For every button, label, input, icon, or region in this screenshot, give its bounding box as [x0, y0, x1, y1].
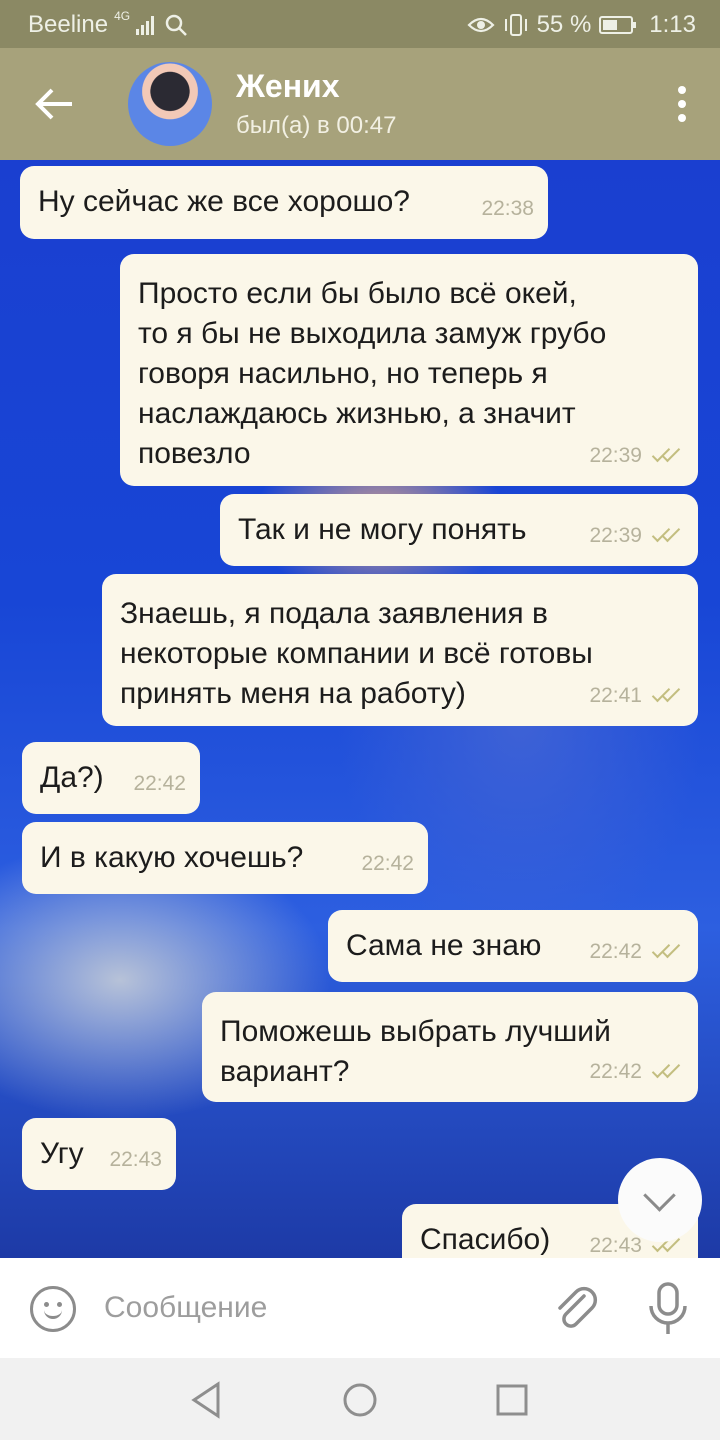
read-check-icon — [650, 1063, 684, 1081]
vibrate-icon — [504, 14, 527, 36]
scroll-down-button[interactable] — [618, 1158, 702, 1242]
triangle-back-icon — [191, 1381, 220, 1419]
message-time: 22:42 — [361, 852, 414, 875]
nav-back-button[interactable] — [186, 1378, 230, 1422]
message-out[interactable]: Так и не могу понять 22:39 — [220, 494, 698, 566]
paperclip-icon[interactable] — [554, 1284, 600, 1334]
chat-area[interactable]: Ну сейчас же все хорошо? 22:38 Просто ес… — [0, 160, 720, 1258]
avatar[interactable] — [128, 62, 212, 146]
message-time: 22:41 — [589, 684, 642, 707]
carrier-name: Beeline — [28, 11, 109, 38]
message-out[interactable]: Поможешь выбрать лучший вариант? 22:42 — [202, 992, 698, 1102]
message-in[interactable]: Да?) 22:42 — [22, 742, 200, 814]
message-time: 22:39 — [589, 524, 642, 547]
message-time: 22:38 — [481, 197, 534, 220]
message-input-bar — [0, 1258, 720, 1358]
nav-recents-button[interactable] — [490, 1378, 534, 1422]
status-bar: Beeline 4G 55 % 1:13 — [0, 0, 720, 48]
message-text: Ну сейчас же все хорошо? — [38, 185, 410, 218]
nav-home-button[interactable] — [338, 1378, 382, 1422]
battery-percent: 55 % — [536, 11, 592, 38]
message-out[interactable]: Знаешь, я подала заявления в некоторые к… — [102, 574, 698, 726]
message-in[interactable]: И в какую хочешь? 22:42 — [22, 822, 428, 894]
message-time: 22:39 — [589, 444, 642, 467]
clock: 1:13 — [649, 11, 696, 38]
back-button[interactable] — [28, 78, 84, 130]
message-time: 22:42 — [589, 1060, 642, 1083]
chat-header: Жених был(а) в 00:47 — [0, 48, 720, 160]
last-seen-status: был(а) в 00:47 — [236, 112, 397, 139]
circle-home-icon — [343, 1383, 377, 1417]
arrow-left-icon — [35, 88, 72, 120]
message-text: И в какую хочешь? — [40, 841, 304, 874]
square-recents-icon — [496, 1384, 528, 1416]
message-time: 22:42 — [133, 772, 186, 795]
chat-title[interactable]: Жених — [236, 68, 340, 105]
battery-icon — [599, 16, 637, 34]
message-input[interactable] — [104, 1284, 524, 1332]
message-in[interactable]: Ну сейчас же все хорошо? 22:38 — [20, 166, 548, 239]
message-time: 22:43 — [109, 1148, 162, 1171]
read-check-icon — [650, 943, 684, 961]
read-check-icon — [650, 527, 684, 545]
read-check-icon — [650, 447, 684, 465]
smiley-icon[interactable] — [30, 1286, 76, 1332]
search-icon — [165, 14, 187, 36]
read-check-icon — [650, 687, 684, 705]
system-nav-bar — [0, 1358, 720, 1440]
message-in[interactable]: Угу 22:43 — [22, 1118, 176, 1190]
eye-icon — [467, 17, 495, 33]
message-out[interactable]: Просто если бы было всё окей, то я бы не… — [120, 254, 698, 486]
message-out[interactable]: Сама не знаю 22:42 — [328, 910, 698, 982]
microphone-icon[interactable] — [646, 1280, 690, 1338]
message-time: 22:42 — [589, 940, 642, 963]
network-type: 4G — [114, 9, 131, 23]
more-vertical-icon[interactable] — [674, 86, 690, 126]
signal-icon — [136, 15, 155, 35]
